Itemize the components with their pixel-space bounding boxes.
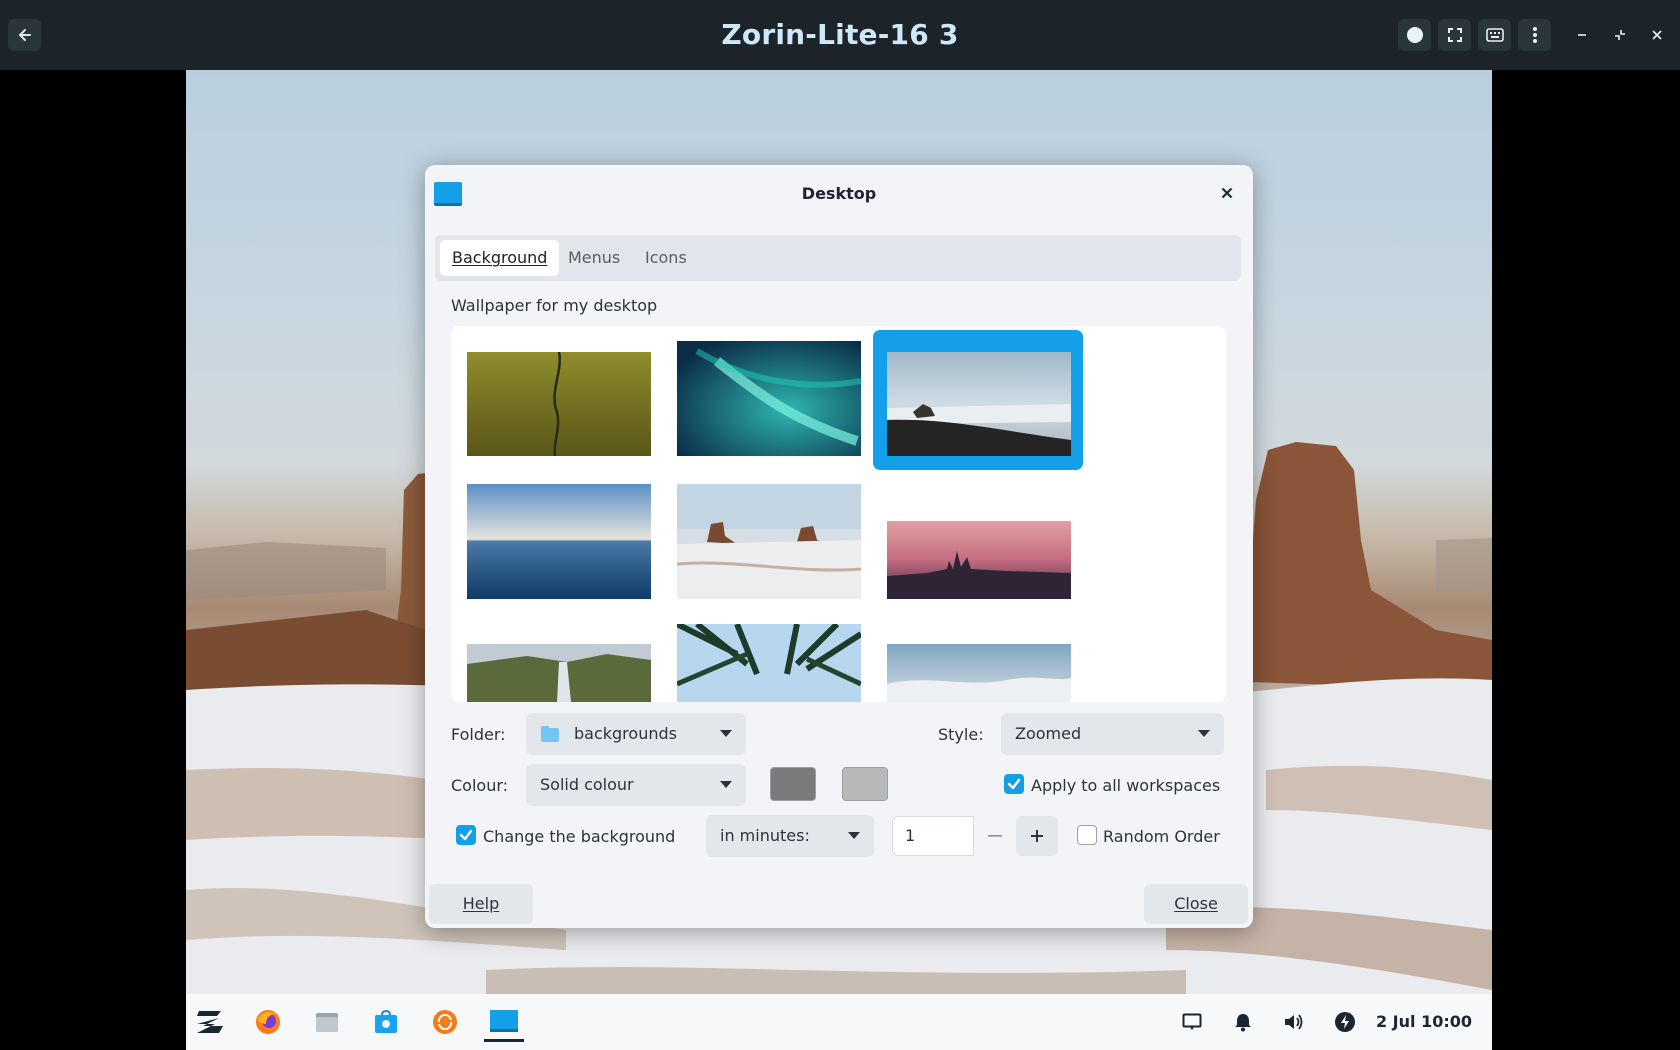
apply-all-workspaces-checkbox[interactable] xyxy=(1004,774,1024,794)
files-icon xyxy=(316,1013,338,1032)
minimize-icon xyxy=(1577,34,1586,36)
software-store-icon xyxy=(375,1009,397,1033)
desktop-settings-icon xyxy=(490,1009,518,1032)
help-button-label: Help xyxy=(462,894,500,913)
colour-value: Solid colour xyxy=(540,775,634,794)
record-button[interactable] xyxy=(1398,19,1431,51)
random-order-checkbox[interactable] xyxy=(1077,825,1097,845)
tab-icons[interactable]: Icons xyxy=(633,240,699,276)
wallpaper-thumb-green-field[interactable] xyxy=(467,352,651,456)
wallpaper-thumb-palm-trees[interactable] xyxy=(677,624,861,702)
fullscreen-icon xyxy=(1447,28,1462,42)
record-dot-icon xyxy=(1406,27,1423,43)
folder-value: backgrounds xyxy=(574,724,677,743)
keyboard-button[interactable] xyxy=(1478,19,1511,51)
interval-spin-value: 1 xyxy=(905,826,916,845)
wallpaper-section-label: Wallpaper for my desktop xyxy=(451,296,658,315)
firefox-icon xyxy=(256,1010,280,1034)
interval-combo[interactable]: in minutes: xyxy=(706,815,874,857)
chevron-down-icon xyxy=(1198,730,1210,737)
unmaximize-icon xyxy=(1614,30,1625,40)
guest-desktop: Desktop Background Menus Icons Wallpaper… xyxy=(186,70,1492,1050)
wallpaper-thumb-city-sunset[interactable] xyxy=(887,521,1071,599)
close-icon xyxy=(1221,187,1233,199)
desktop-settings-taskbar-button[interactable] xyxy=(484,1002,524,1042)
colour-combo[interactable]: Solid colour xyxy=(526,764,746,806)
dialog-close-button[interactable] xyxy=(1213,179,1241,207)
files-button[interactable] xyxy=(307,1002,347,1042)
wallpaper-thumb-aurora[interactable] xyxy=(677,341,861,456)
power-bolt-icon xyxy=(1335,1012,1355,1032)
wallpaper-thumb-monument-valley[interactable] xyxy=(677,484,861,599)
folder-icon xyxy=(541,726,559,742)
software-updater-button[interactable] xyxy=(425,1002,465,1042)
folder-label: Folder: xyxy=(451,725,506,744)
desktop-settings-dialog: Desktop Background Menus Icons Wallpaper… xyxy=(425,165,1253,928)
tab-menus[interactable]: Menus xyxy=(556,240,632,276)
tab-icons-label: Icons xyxy=(645,248,687,267)
chevron-down-icon xyxy=(848,832,860,839)
wallpaper-thumb-black-sand-beach[interactable] xyxy=(887,352,1071,456)
primary-colour-swatch[interactable] xyxy=(770,767,816,801)
checkmark-icon xyxy=(459,829,473,841)
tab-background-label: Background xyxy=(452,248,548,267)
chevron-down-icon xyxy=(720,730,732,737)
wallpaper-thumb-misty-mountains[interactable] xyxy=(887,644,1071,702)
tab-bar: Background Menus Icons xyxy=(435,235,1241,281)
minimize-button[interactable] xyxy=(1565,19,1598,51)
folder-combo[interactable]: backgrounds xyxy=(526,713,746,755)
keyboard-icon xyxy=(1485,28,1504,42)
update-icon xyxy=(433,1010,457,1034)
unmaximize-button[interactable] xyxy=(1603,19,1636,51)
dialog-title: Desktop xyxy=(801,184,877,203)
tab-background[interactable]: Background xyxy=(440,240,560,276)
kebab-menu-icon xyxy=(1532,27,1537,43)
style-value: Zoomed xyxy=(1015,724,1082,743)
random-order-label[interactable]: Random Order xyxy=(1103,827,1220,846)
fullscreen-button[interactable] xyxy=(1438,19,1471,51)
clock[interactable]: 2 Jul 10:00 xyxy=(1376,994,1472,1050)
wallpaper-thumb-ocean[interactable] xyxy=(467,484,651,599)
notifications-button[interactable] xyxy=(1223,1002,1263,1042)
secondary-colour-swatch[interactable] xyxy=(842,767,888,801)
chevron-down-icon xyxy=(720,781,732,788)
checkmark-icon xyxy=(1007,778,1021,790)
wallpaper-gallery[interactable] xyxy=(451,326,1226,702)
apply-all-workspaces-label[interactable]: Apply to all workspaces xyxy=(1031,776,1220,795)
show-desktop-icon xyxy=(1182,1013,1202,1030)
power-button[interactable] xyxy=(1325,1002,1365,1042)
colour-label: Colour: xyxy=(451,776,509,795)
interval-spin-input[interactable]: 1 xyxy=(892,816,974,856)
host-close-button[interactable] xyxy=(1640,19,1673,51)
taskbar: 2 Jul 10:00 xyxy=(186,994,1492,1050)
software-store-button[interactable] xyxy=(366,1002,406,1042)
host-title-bar: Zorin-Lite-16 3 xyxy=(0,0,1680,70)
plus-icon xyxy=(1031,830,1043,842)
style-label: Style: xyxy=(938,725,984,744)
firefox-button[interactable] xyxy=(248,1002,288,1042)
interval-value: in minutes: xyxy=(720,826,810,845)
change-background-checkbox[interactable] xyxy=(456,825,476,845)
volume-icon xyxy=(1285,1014,1303,1030)
help-button[interactable]: Help xyxy=(429,884,533,924)
style-combo[interactable]: Zoomed xyxy=(1001,713,1224,755)
spin-increment-button[interactable] xyxy=(1016,816,1058,856)
menu-button[interactable] xyxy=(1518,19,1551,51)
zorin-menu-button[interactable] xyxy=(190,1002,230,1042)
close-icon xyxy=(1651,30,1662,40)
show-desktop-button[interactable] xyxy=(1172,1002,1212,1042)
spin-decrement-button[interactable] xyxy=(974,816,1016,856)
change-background-label[interactable]: Change the background xyxy=(483,827,675,846)
volume-button[interactable] xyxy=(1274,1002,1314,1042)
minus-icon xyxy=(988,835,1002,837)
tab-menus-label: Menus xyxy=(568,248,621,267)
zorin-menu-icon xyxy=(197,1011,223,1033)
wallpaper-thumb-waterfall-canyon[interactable] xyxy=(467,644,651,702)
close-button-label: Close xyxy=(1174,894,1218,913)
bell-icon xyxy=(1235,1014,1251,1032)
close-button[interactable]: Close xyxy=(1144,884,1248,924)
